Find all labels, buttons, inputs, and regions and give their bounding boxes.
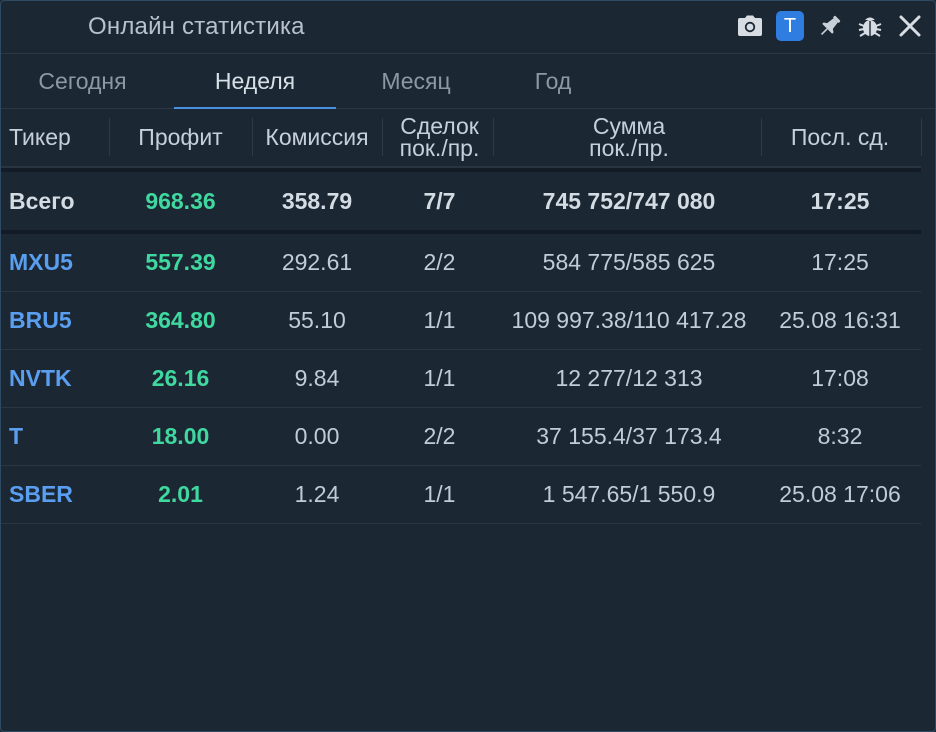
row-sum: 584 775/585 625 (542, 249, 716, 275)
pin-icon[interactable] (815, 10, 845, 42)
total-last: 17:25 (810, 187, 870, 214)
header-commission[interactable]: Комиссия (252, 108, 382, 166)
table-row[interactable]: MXU5 557.39 292.61 2/2 584 775/585 625 1… (1, 234, 921, 292)
header-sum-line2: пок./пр. (589, 135, 669, 161)
row-sum: 37 155.4/37 173.4 (536, 423, 722, 449)
table-header: Тикер Профит Комиссия Сделок пок./пр. Су… (1, 108, 922, 168)
row-commission: 9.84 (294, 365, 340, 391)
row-sum: 12 277/12 313 (555, 365, 703, 391)
header-profit[interactable]: Профит (109, 108, 252, 166)
row-ticker: MXU5 (9, 249, 73, 275)
header-deals-line1: Сделок (400, 113, 479, 139)
row-ticker: T (9, 423, 24, 449)
row-last: 8:32 (817, 423, 863, 449)
tab-year[interactable]: Год (473, 54, 633, 108)
t-badge-button[interactable]: T (775, 10, 805, 42)
header-deals[interactable]: Сделок пок./пр. (382, 108, 497, 166)
row-commission: 1.24 (294, 481, 340, 507)
header-divider (921, 118, 922, 156)
row-last: 25.08 16:31 (779, 307, 901, 333)
total-label: Всего (9, 187, 75, 214)
header-deals-line2: пок./пр. (399, 135, 480, 161)
header-sum-line1: Сумма (592, 113, 666, 139)
tab-week[interactable]: Неделя (174, 54, 336, 109)
header-ticker[interactable]: Тикер (1, 108, 109, 166)
total-profit: 968.36 (145, 187, 216, 214)
title-bar[interactable]: Онлайн статистика T (1, 1, 935, 54)
row-last: 17:08 (811, 365, 869, 391)
window-title: Онлайн статистика (88, 13, 305, 40)
tab-today[interactable]: Сегодня (1, 54, 164, 108)
stats-window: Онлайн статистика T Сегодня Неделя Месяц… (0, 0, 936, 732)
row-deals: 2/2 (423, 249, 456, 275)
row-deals: 1/1 (423, 481, 456, 507)
row-last: 25.08 17:06 (779, 481, 901, 507)
table-row[interactable]: BRU5 364.80 55.10 1/1 109 997.38/110 417… (1, 292, 921, 350)
table-row[interactable]: T 18.00 0.00 2/2 37 155.4/37 173.4 8:32 (1, 408, 921, 466)
row-deals: 2/2 (423, 423, 456, 449)
row-commission: 292.61 (281, 249, 353, 275)
total-deals: 7/7 (423, 187, 456, 214)
row-profit: 18.00 (151, 423, 210, 449)
t-badge: T (776, 11, 804, 41)
row-last: 17:25 (811, 249, 869, 275)
bug-icon[interactable] (855, 10, 885, 42)
row-deals: 1/1 (423, 307, 456, 333)
title-bar-controls: T (735, 10, 925, 42)
stats-table: Тикер Профит Комиссия Сделок пок./пр. Су… (1, 108, 922, 524)
table-row[interactable]: NVTK 26.16 9.84 1/1 12 277/12 313 17:08 (1, 350, 921, 408)
row-ticker: NVTK (9, 365, 72, 391)
header-divider (493, 118, 494, 156)
tab-month[interactable]: Месяц (336, 54, 496, 108)
total-sum: 745 752/747 080 (542, 187, 716, 214)
row-sum: 1 547.65/1 550.9 (542, 481, 716, 507)
period-tabs: Сегодня Неделя Месяц Год (1, 54, 935, 109)
close-icon[interactable] (895, 10, 925, 42)
row-deals: 1/1 (423, 365, 456, 391)
header-last-deal[interactable]: Посл. сд. (761, 108, 919, 166)
total-row[interactable]: Всего 968.36 358.79 7/7 745 752/747 080 … (1, 168, 921, 234)
row-profit: 364.80 (145, 307, 216, 333)
table-row[interactable]: SBER 2.01 1.24 1/1 1 547.65/1 550.9 25.0… (1, 466, 921, 524)
row-profit: 26.16 (151, 365, 210, 391)
camera-icon[interactable] (735, 10, 765, 42)
row-commission: 55.10 (288, 307, 346, 333)
total-commission: 358.79 (281, 187, 353, 214)
row-profit: 557.39 (145, 249, 216, 275)
row-commission: 0.00 (294, 423, 340, 449)
row-sum: 109 997.38/110 417.28 (511, 307, 747, 333)
row-ticker: SBER (9, 481, 73, 507)
header-sum[interactable]: Сумма пок./пр. (497, 108, 761, 166)
row-ticker: BRU5 (9, 307, 72, 333)
row-profit: 2.01 (158, 481, 203, 507)
